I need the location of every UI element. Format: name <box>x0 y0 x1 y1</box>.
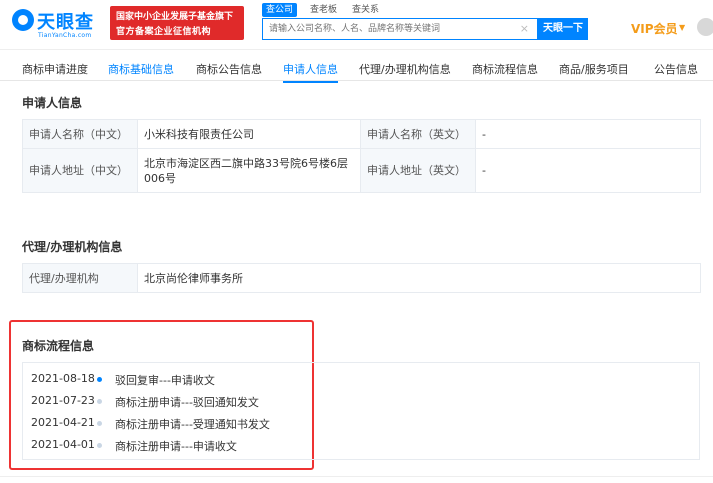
vip-member-link[interactable]: VIP会员 <box>631 20 678 37</box>
process-status: 商标注册申请---申请收文 <box>115 440 237 453</box>
avatar[interactable] <box>697 18 713 36</box>
list-item: 2021-08-18 驳回复审---申请收文 <box>23 371 701 389</box>
tab-basic-info[interactable]: 商标基础信息 <box>108 61 174 77</box>
process-status: 商标注册申请---受理通知书发文 <box>115 418 270 431</box>
search-button[interactable]: 天眼一下 <box>538 18 588 40</box>
process-status: 商标注册申请---驳回通知发文 <box>115 396 259 409</box>
process-status: 驳回复审---申请收文 <box>115 374 215 387</box>
agent-table: 代理/办理机构 北京尚伦律师事务所 <box>22 263 701 293</box>
process-date: 2021-04-21 <box>31 416 95 429</box>
agent-label: 代理/办理机构 <box>22 263 138 293</box>
search-tab-relation[interactable]: 查关系 <box>348 3 383 17</box>
clear-icon[interactable]: × <box>520 22 529 35</box>
tab-announcement-info[interactable]: 商标公告信息 <box>196 61 262 77</box>
list-item: 2021-04-21 商标注册申请---受理通知书发文 <box>23 415 701 433</box>
applicant-name-cn-label: 申请人名称（中文） <box>22 119 138 149</box>
list-item: 2021-07-23 商标注册申请---驳回通知发文 <box>23 393 701 411</box>
agent-section-title: 代理/办理机构信息 <box>22 240 123 254</box>
official-banner: 国家中小企业发展子基金旗下 官方备案企业征信机构 <box>110 6 244 40</box>
applicant-address-cn-value: 北京市海淀区西二旗中路33号院6号楼6层006号 <box>137 148 361 193</box>
search-input[interactable] <box>263 19 513 39</box>
tab-process-info[interactable]: 商标流程信息 <box>472 61 538 77</box>
process-section-title: 商标流程信息 <box>22 339 95 353</box>
tab-application-progress[interactable]: 商标申请进度 <box>22 61 88 77</box>
tab-goods-services[interactable]: 商品/服务项目 <box>559 61 629 77</box>
timeline-dot-icon <box>97 377 102 382</box>
applicant-address-en-label: 申请人地址（英文） <box>360 148 476 193</box>
search-box: × <box>262 18 538 40</box>
applicant-table: 申请人名称（中文） 小米科技有限责任公司 申请人名称（英文） - 申请人地址（中… <box>22 119 701 193</box>
search-tab-company[interactable]: 查公司 <box>262 3 298 17</box>
tab-notice-info[interactable]: 公告信息 <box>654 61 698 77</box>
timeline-dot-icon <box>97 443 102 448</box>
table-row: 代理/办理机构 北京尚伦律师事务所 <box>22 263 701 293</box>
top-header: 天眼查 TianYanCha.com 国家中小企业发展子基金旗下 官方备案企业征… <box>0 0 713 50</box>
applicant-name-cn-link[interactable]: 小米科技有限责任公司 <box>137 119 361 149</box>
list-item: 2021-04-01 商标注册申请---申请收文 <box>23 437 701 455</box>
banner-line-1: 国家中小企业发展子基金旗下 <box>116 12 234 22</box>
banner-line-2: 官方备案企业征信机构 <box>116 27 212 37</box>
applicant-address-en-value: - <box>475 148 701 193</box>
table-row: 申请人地址（中文） 北京市海淀区西二旗中路33号院6号楼6层006号 申请人地址… <box>22 148 701 193</box>
tianyancha-logo[interactable]: 天眼查 TianYanCha.com <box>12 6 106 42</box>
process-date: 2021-07-23 <box>31 394 95 407</box>
table-row: 申请人名称（中文） 小米科技有限责任公司 申请人名称（英文） - <box>22 119 701 149</box>
applicant-section-title: 申请人信息 <box>22 96 83 110</box>
timeline-dot-icon <box>97 399 102 404</box>
logo-text: 天眼查 <box>37 12 94 33</box>
applicant-name-en-label: 申请人名称（英文） <box>360 119 476 149</box>
trademark-tabbar: 商标申请进度 商标基础信息 商标公告信息 申请人信息 代理/办理机构信息 商标流… <box>0 55 713 83</box>
page-bottom-divider <box>0 476 713 477</box>
process-date: 2021-04-01 <box>31 438 95 451</box>
timeline-dot-icon <box>97 421 102 426</box>
tab-agent-info[interactable]: 代理/办理机构信息 <box>359 61 451 77</box>
process-timeline: 2021-08-18 驳回复审---申请收文 2021-07-23 商标注册申请… <box>22 362 700 460</box>
process-date: 2021-08-18 <box>31 372 95 385</box>
chevron-down-icon[interactable]: ▼ <box>679 23 685 32</box>
eye-logo-icon <box>12 9 34 31</box>
tab-applicant-info[interactable]: 申请人信息 <box>283 61 338 83</box>
agent-link[interactable]: 北京尚伦律师事务所 <box>137 263 701 293</box>
applicant-address-cn-label: 申请人地址（中文） <box>22 148 138 193</box>
logo-subtext: TianYanCha.com <box>38 32 92 39</box>
applicant-name-en-value: - <box>475 119 701 149</box>
search-tab-boss[interactable]: 查老板 <box>306 3 341 17</box>
